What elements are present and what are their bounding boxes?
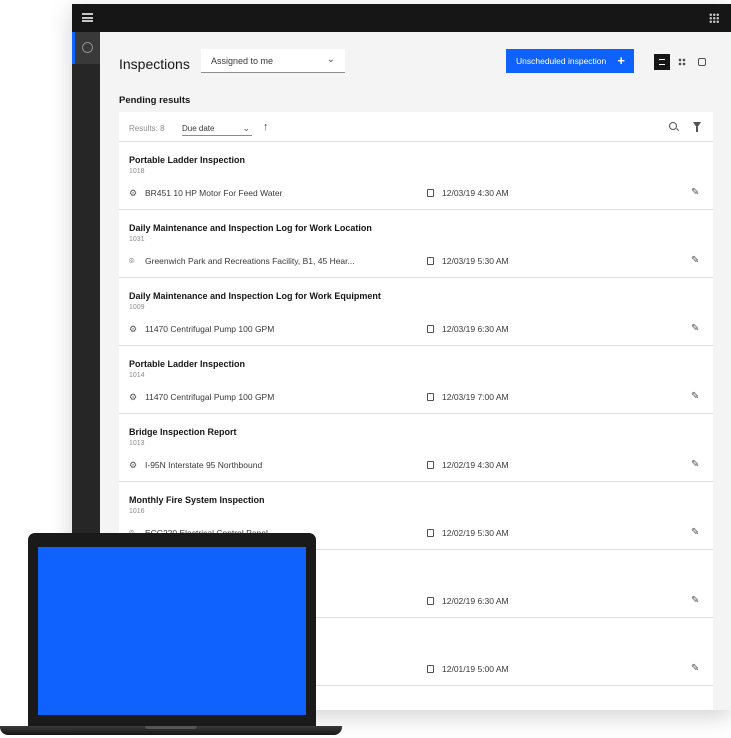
list-item[interactable]: Portable Ladder Inspection 1014 ⚙ 11470 C… [119, 346, 713, 414]
inspection-id: 1018 [129, 168, 145, 175]
asset-name: 11470 Centrifugal Pump 100 GPM [145, 324, 275, 334]
inspection-id: 1009 [129, 304, 145, 311]
due-date: 12/03/19 6:30 AM [427, 324, 509, 334]
inspection-title: Monthly Fire System Inspection [129, 495, 265, 505]
laptop-base [0, 726, 342, 735]
rail-item-inspections[interactable] [72, 32, 100, 64]
laptop-illustration [0, 533, 342, 738]
start-inspection-icon[interactable]: ✎ [691, 595, 699, 606]
map-view-icon[interactable] [694, 54, 710, 70]
due-date-value: 12/02/19 6:30 AM [442, 596, 509, 606]
asset-name: 11470 Centrifugal Pump 100 GPM [145, 392, 275, 402]
list-item[interactable]: Daily Maintenance and Inspection Log for… [119, 210, 713, 278]
laptop-lid [28, 533, 316, 726]
chevron-down-icon: ⌄ [326, 54, 335, 65]
start-inspection-icon[interactable]: ✎ [691, 663, 699, 674]
due-date: 12/02/19 4:30 AM [427, 460, 509, 470]
due-date-value: 12/03/19 4:30 AM [442, 188, 509, 198]
asset-icon: ⚙ [129, 188, 138, 198]
inspection-asset: ⚙ BR451 10 HP Motor For Feed Water [129, 188, 282, 199]
page-title: Inspections [119, 56, 190, 72]
app-switcher-icon[interactable] [709, 13, 719, 23]
calendar-icon [427, 529, 434, 537]
asset-icon: ⚙ [129, 392, 138, 402]
sort-field-dropdown[interactable]: Due date ⌄ [182, 123, 252, 136]
inspection-title: Bridge Inspection Report [129, 427, 237, 437]
list-toolbar: Results: 8 Due date ⌄ ↑ [119, 112, 713, 142]
start-inspection-icon[interactable]: ✎ [691, 255, 699, 266]
asset-icon: ⚙ [129, 460, 138, 470]
due-date-value: 12/03/19 7:00 AM [442, 392, 509, 402]
location-icon: ⌾ [129, 256, 135, 266]
grid-view-icon[interactable] [674, 54, 690, 70]
inspections-icon [82, 42, 93, 53]
filter-icon[interactable] [693, 122, 701, 132]
start-inspection-icon[interactable]: ✎ [691, 459, 699, 470]
start-inspection-icon[interactable]: ✎ [691, 187, 699, 198]
calendar-icon [427, 597, 434, 605]
due-date: 12/03/19 4:30 AM [427, 188, 509, 198]
due-date-value: 12/03/19 6:30 AM [442, 324, 509, 334]
calendar-icon [427, 325, 434, 333]
assignment-filter-dropdown[interactable]: Assigned to me ⌄ [201, 49, 345, 73]
list-item[interactable]: Daily Maintenance and Inspection Log for… [119, 278, 713, 346]
start-inspection-icon[interactable]: ✎ [691, 391, 699, 402]
start-inspection-icon[interactable]: ✎ [691, 323, 699, 334]
inspection-title: Portable Ladder Inspection [129, 155, 246, 165]
asset-name: Greenwich Park and Recreations Facility,… [145, 256, 355, 266]
due-date: 12/03/19 7:00 AM [427, 392, 509, 402]
inspection-id: 1014 [129, 372, 145, 379]
due-date: 12/02/19 6:30 AM [427, 596, 509, 606]
due-date: 12/01/19 5:00 AM [427, 664, 509, 674]
asset-name: BR451 10 HP Motor For Feed Water [145, 188, 283, 198]
asset-name: I-95N Interstate 95 Northbound [145, 460, 263, 470]
due-date-value: 12/02/19 4:30 AM [442, 460, 509, 470]
menu-icon[interactable] [82, 13, 93, 22]
unscheduled-inspection-button[interactable]: Unscheduled inspection + [506, 49, 634, 73]
results-count: Results: 8 [129, 124, 165, 133]
laptop-screen [38, 547, 306, 715]
list-item[interactable]: Portable Ladder Inspection 1018 ⚙ BR451 1… [119, 142, 713, 210]
inspection-title: Daily Maintenance and Inspection Log for… [129, 291, 381, 301]
inspection-asset: ⌾ Greenwich Park and Recreations Facility… [129, 256, 355, 267]
inspection-asset: ⚙ 11470 Centrifugal Pump 100 GPM [129, 324, 274, 335]
section-title: Pending results [119, 95, 191, 106]
calendar-icon [427, 461, 434, 469]
sort-direction-icon[interactable]: ↑ [263, 121, 269, 133]
start-inspection-icon[interactable]: ✎ [691, 527, 699, 538]
add-icon: + [617, 53, 625, 68]
inspection-title: Daily Maintenance and Inspection Log for… [129, 223, 372, 233]
calendar-icon [427, 189, 434, 197]
chevron-down-icon: ⌄ [242, 123, 250, 133]
inspection-id: 1031 [129, 236, 145, 243]
due-date: 12/02/19 5:30 AM [427, 528, 509, 538]
due-date-value: 12/02/19 5:30 AM [442, 528, 509, 538]
asset-icon: ⚙ [129, 324, 138, 334]
sort-field-value: Due date [182, 124, 215, 133]
inspection-id: 1013 [129, 440, 145, 447]
laptop-notch [145, 726, 197, 729]
calendar-icon [427, 665, 434, 673]
calendar-icon [427, 257, 434, 265]
inspection-id: 1016 [129, 508, 145, 515]
inspection-asset: ⚙ I-95N Interstate 95 Northbound [129, 460, 262, 471]
inspection-asset: ⚙ 11470 Centrifugal Pump 100 GPM [129, 392, 274, 403]
due-date-value: 12/03/19 5:30 AM [442, 256, 509, 266]
due-date-value: 12/01/19 5:00 AM [442, 664, 509, 674]
inspection-title: Portable Ladder Inspection [129, 359, 246, 369]
list-item[interactable]: Bridge Inspection Report 1013 ⚙ I-95N Int… [119, 414, 713, 482]
search-icon[interactable] [669, 122, 677, 130]
unscheduled-inspection-label: Unscheduled inspection [516, 56, 607, 66]
top-bar [72, 4, 731, 32]
due-date: 12/03/19 5:30 AM [427, 256, 509, 266]
list-view-icon[interactable] [654, 54, 670, 70]
calendar-icon [427, 393, 434, 401]
assignment-filter-value: Assigned to me [211, 56, 274, 66]
